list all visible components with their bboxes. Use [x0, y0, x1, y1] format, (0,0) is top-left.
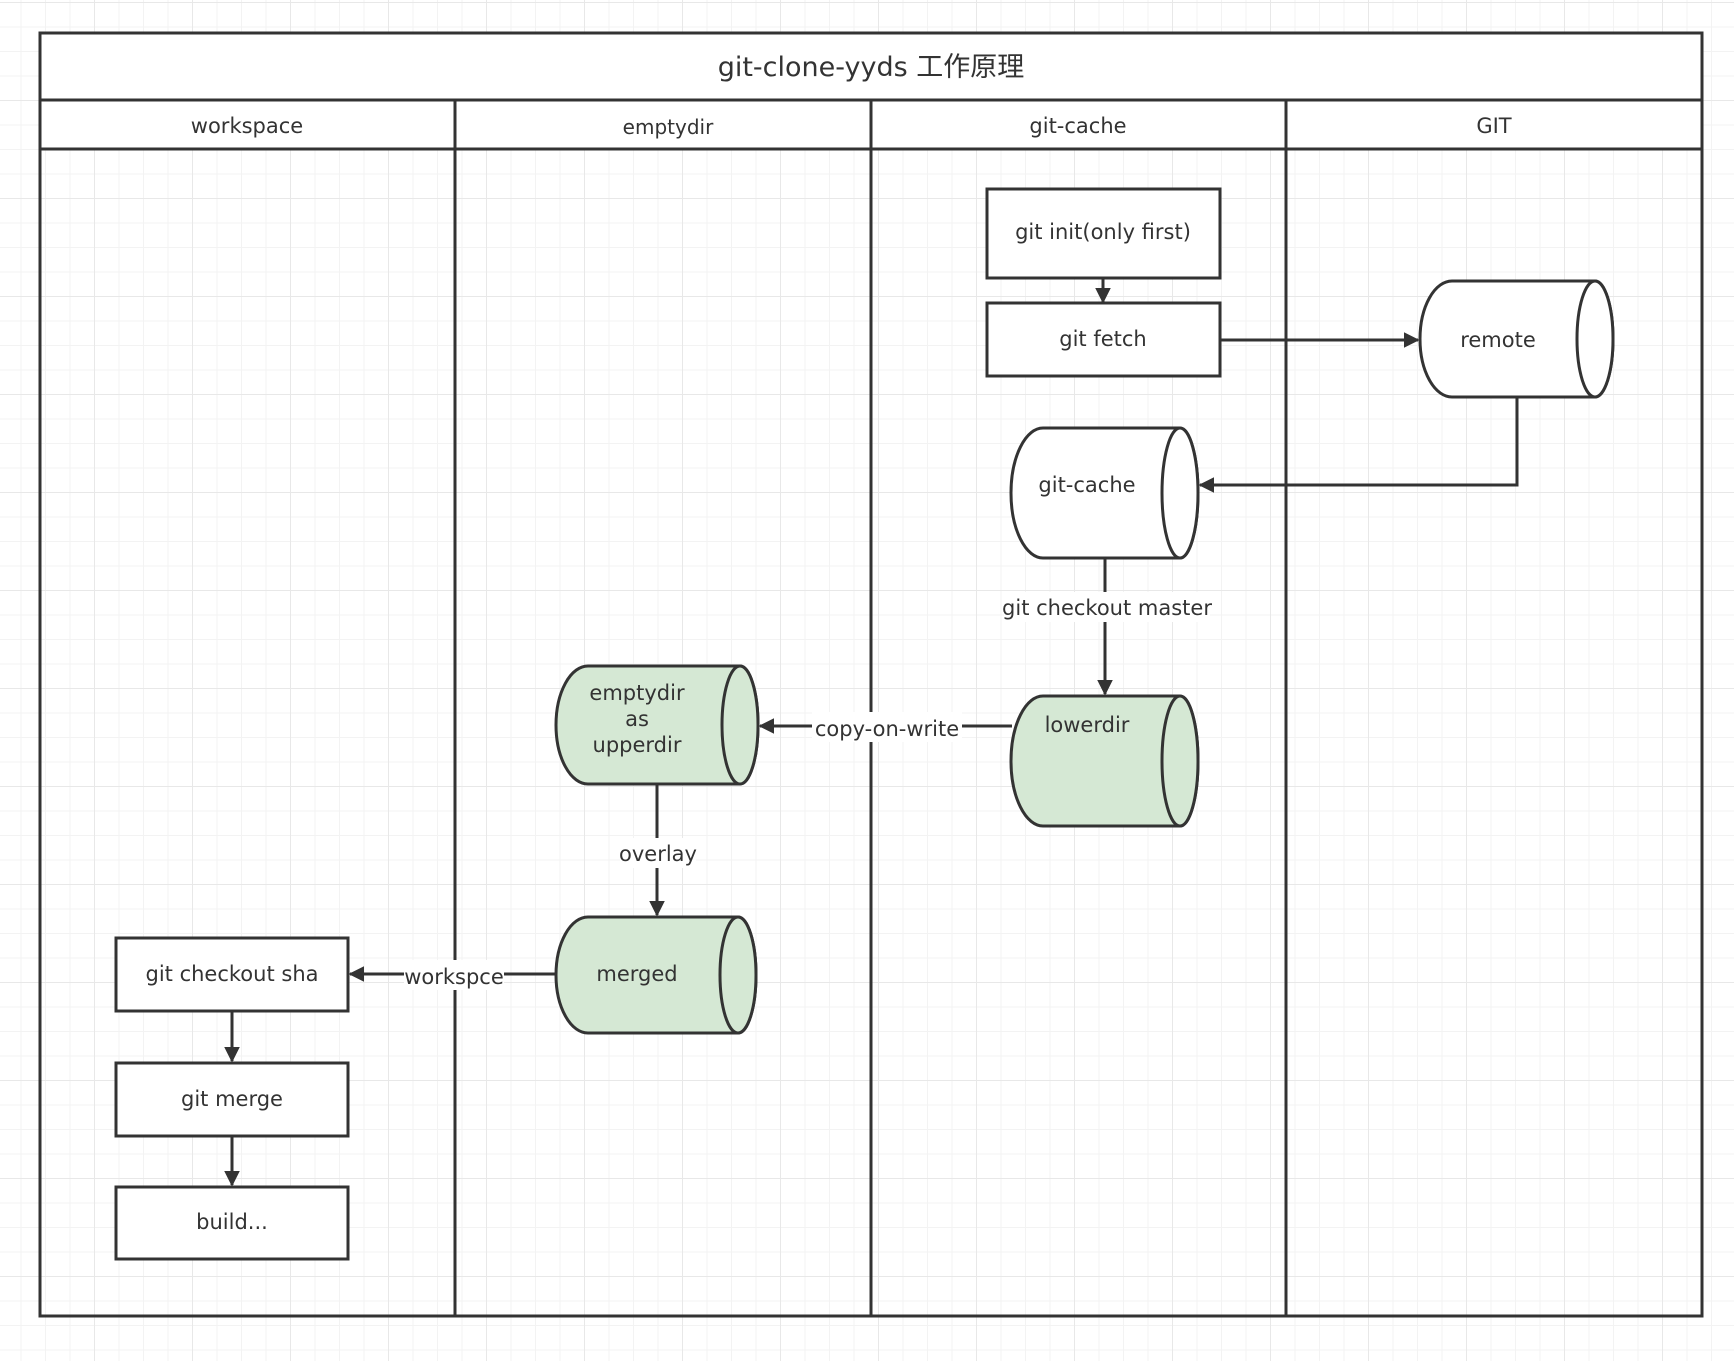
node-upperdir[interactable]: emptydir as upperdir [554, 664, 760, 786]
diagram-title: git-clone-yyds 工作原理 [718, 52, 1025, 83]
node-label-line-2: as [625, 707, 649, 731]
node-label: git-cache [1038, 473, 1135, 497]
edge-label-overlay: overlay [619, 842, 697, 866]
node-remote[interactable]: remote [1418, 279, 1615, 399]
lane-label-git-cache: git-cache [1029, 114, 1126, 138]
node-label: remote [1460, 328, 1536, 352]
node-merged[interactable]: merged [554, 915, 758, 1035]
swimlane-diagram: git-clone-yyds 工作原理 workspace emptydir g… [38, 31, 1704, 1318]
node-label: git checkout sha [146, 962, 319, 986]
lane-label-git: GIT [1476, 114, 1511, 138]
cylinder-cap [1160, 694, 1200, 828]
node-lowerdir[interactable]: lowerdir [1009, 694, 1200, 828]
edge-label-workspce: workspce [404, 965, 504, 989]
node-label-line-3: upperdir [593, 733, 682, 757]
edge-label-git-checkout-master: git checkout master [1002, 596, 1212, 620]
cylinder-cap [718, 915, 758, 1035]
node-label: build... [196, 1210, 268, 1234]
lane-label-workspace: workspace [191, 114, 303, 138]
node-git-fetch[interactable]: git fetch [985, 301, 1222, 378]
cylinder-cap [1160, 426, 1200, 560]
lane-label-emptydir: emptydir [623, 115, 714, 139]
node-label-line-1: emptydir [589, 681, 685, 705]
node-label: merged [596, 962, 677, 986]
node-build[interactable]: build... [114, 1185, 350, 1261]
cylinder-cap [1575, 279, 1615, 399]
node-label: git init(only first) [1015, 220, 1191, 244]
node-label: git fetch [1059, 327, 1146, 351]
cylinder-cap [720, 664, 760, 786]
node-git-merge[interactable]: git merge [114, 1061, 350, 1138]
node-git-checkout-sha[interactable]: git checkout sha [114, 936, 350, 1013]
node-git-init[interactable]: git init(only first) [985, 187, 1222, 280]
node-git-cache-store[interactable]: git-cache [1009, 426, 1200, 560]
edge-remote-to-git-cache[interactable] [1198, 398, 1519, 493]
node-label: git merge [181, 1087, 283, 1111]
edge-label-copy-on-write: copy-on-write [815, 717, 959, 741]
node-label: lowerdir [1045, 713, 1130, 737]
